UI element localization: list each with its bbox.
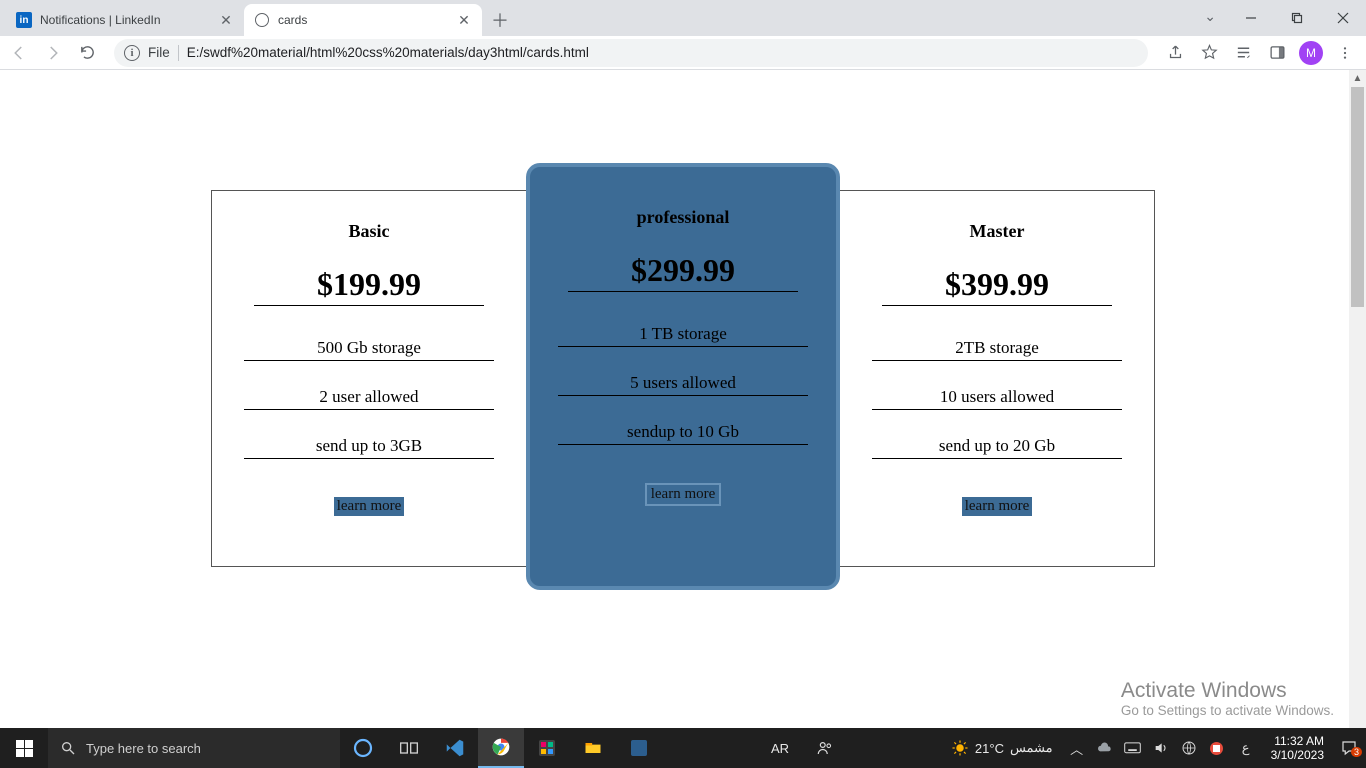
app-generic2-icon[interactable] — [616, 728, 662, 768]
tab-title: cards — [278, 13, 448, 27]
app-file-explorer-icon[interactable] — [570, 728, 616, 768]
globe-icon — [254, 12, 270, 28]
pricing-cards: Basic $199.99 500 Gb storage 2 user allo… — [211, 190, 1155, 567]
learn-more-button[interactable]: learn more — [334, 497, 405, 516]
close-icon[interactable]: ✕ — [218, 12, 234, 28]
page-body: Basic $199.99 500 Gb storage 2 user allo… — [0, 70, 1366, 567]
plan-feature: 10 users allowed — [872, 383, 1122, 410]
scroll-up-icon[interactable]: ▲ — [1349, 70, 1366, 87]
onedrive-icon[interactable] — [1095, 728, 1115, 768]
window-maximize-button[interactable] — [1274, 0, 1320, 36]
weather-widget[interactable]: 21°C مشمس — [951, 739, 1053, 757]
taskbar-language-indicator[interactable]: AR — [763, 741, 797, 756]
reading-list-icon[interactable] — [1228, 38, 1258, 68]
app-generic-icon[interactable] — [524, 728, 570, 768]
weather-text: مشمس — [1010, 740, 1053, 756]
bookmark-icon[interactable] — [1194, 38, 1224, 68]
people-icon[interactable] — [815, 728, 835, 768]
browser-tabstrip: in Notifications | LinkedIn ✕ cards ✕ ＋ … — [0, 0, 1366, 36]
network-icon[interactable] — [1179, 728, 1199, 768]
close-icon[interactable]: ✕ — [456, 12, 472, 28]
scrollbar-thumb[interactable] — [1351, 87, 1364, 307]
taskbar-search[interactable]: Type here to search — [48, 728, 340, 768]
profile-avatar[interactable]: M — [1296, 38, 1326, 68]
window-minimize-button[interactable] — [1228, 0, 1274, 36]
tray-date: 3/10/2023 — [1271, 748, 1324, 762]
search-placeholder: Type here to search — [86, 741, 201, 756]
plan-feature: 5 users allowed — [558, 369, 808, 396]
plan-price: $199.99 — [254, 266, 484, 306]
action-center-icon[interactable]: 3 — [1338, 737, 1360, 759]
app-chrome-icon[interactable] — [478, 728, 524, 768]
new-tab-button[interactable]: ＋ — [486, 6, 514, 34]
plan-card-professional: professional $299.99 1 TB storage 5 user… — [526, 163, 840, 590]
windows-taskbar: Type here to search AR — [0, 728, 1366, 768]
start-button[interactable] — [0, 728, 48, 768]
watermark-line1: Activate Windows — [1121, 679, 1334, 703]
window-close-button[interactable] — [1320, 0, 1366, 36]
plan-feature: send up to 20 Gb — [872, 432, 1122, 459]
tab-linkedin[interactable]: in Notifications | LinkedIn ✕ — [6, 4, 244, 36]
input-language-icon[interactable]: ع — [1235, 728, 1257, 768]
notification-count: 3 — [1351, 747, 1362, 757]
share-icon[interactable] — [1160, 38, 1190, 68]
plan-card-basic: Basic $199.99 500 Gb storage 2 user allo… — [212, 191, 526, 566]
vertical-scrollbar[interactable]: ▲ — [1349, 70, 1366, 728]
watermark-line2: Go to Settings to activate Windows. — [1121, 703, 1334, 718]
plan-feature: sendup to 10 Gb — [558, 418, 808, 445]
reload-button[interactable] — [72, 38, 102, 68]
browser-toolbar: i File E:/swdf%20material/html%20css%20m… — [0, 36, 1366, 70]
linkedin-icon: in — [16, 12, 32, 28]
tray-time: 11:32 AM — [1271, 734, 1324, 748]
back-button[interactable] — [4, 38, 34, 68]
kebab-menu-icon[interactable] — [1330, 38, 1360, 68]
touchkeyboard-icon[interactable] — [1123, 728, 1143, 768]
plan-price: $299.99 — [568, 252, 798, 292]
app-taskview-icon[interactable] — [386, 728, 432, 768]
separator — [178, 45, 179, 61]
plan-name: Basic — [236, 221, 502, 242]
app-cortana-icon[interactable] — [340, 728, 386, 768]
plan-card-master: Master $399.99 2TB storage 10 users allo… — [840, 191, 1154, 566]
learn-more-button[interactable]: learn more — [962, 497, 1033, 516]
windows-logo-icon — [16, 740, 33, 757]
sidepanel-icon[interactable] — [1262, 38, 1292, 68]
tray-blocked-icon[interactable] — [1207, 728, 1227, 768]
url-scheme-label: File — [148, 45, 170, 60]
activate-windows-watermark: Activate Windows Go to Settings to activ… — [1121, 679, 1334, 718]
plan-feature: 500 Gb storage — [244, 334, 494, 361]
url-path: E:/swdf%20material/html%20css%20material… — [187, 45, 589, 60]
address-bar[interactable]: i File E:/swdf%20material/html%20css%20m… — [114, 39, 1148, 67]
tab-cards[interactable]: cards ✕ — [244, 4, 482, 36]
plan-feature: 2TB storage — [872, 334, 1122, 361]
tray-clock[interactable]: 11:32 AM 3/10/2023 — [1265, 734, 1330, 762]
tab-title: Notifications | LinkedIn — [40, 13, 210, 27]
plan-name: professional — [554, 207, 812, 228]
page-viewport: Basic $199.99 500 Gb storage 2 user allo… — [0, 70, 1366, 728]
weather-temp: 21°C — [975, 741, 1004, 756]
learn-more-button[interactable]: learn more — [645, 483, 722, 506]
site-info-icon[interactable]: i — [124, 45, 140, 61]
taskbar-apps — [340, 728, 662, 768]
sun-icon — [951, 739, 969, 757]
app-vscode-icon[interactable] — [432, 728, 478, 768]
search-icon — [60, 740, 76, 756]
forward-button[interactable] — [38, 38, 68, 68]
tab-search-icon[interactable]: ⌄ — [1204, 8, 1216, 25]
plan-name: Master — [864, 221, 1130, 242]
plan-feature: 2 user allowed — [244, 383, 494, 410]
tray-chevron-up-icon[interactable]: ︿ — [1067, 728, 1087, 768]
volume-icon[interactable] — [1151, 728, 1171, 768]
system-tray: 21°C مشمس ︿ ع 11:32 AM 3/10/2023 3 — [945, 728, 1366, 768]
plan-feature: send up to 3GB — [244, 432, 494, 459]
plan-price: $399.99 — [882, 266, 1112, 306]
plan-feature: 1 TB storage — [558, 320, 808, 347]
